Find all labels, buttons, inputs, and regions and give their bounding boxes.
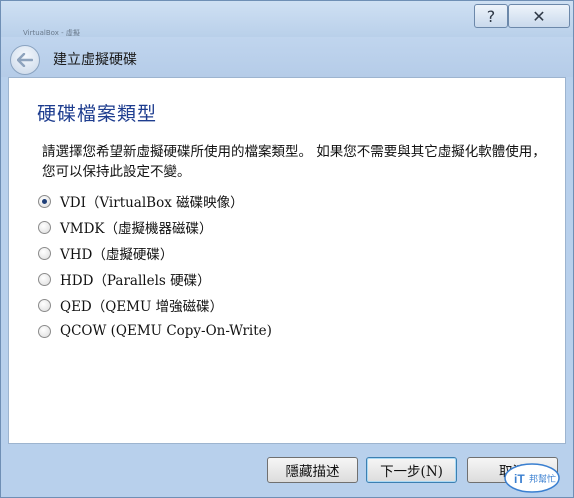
back-button[interactable]: [10, 45, 40, 75]
option-label: VDI（VirtualBox 磁碟映像）: [60, 195, 244, 211]
hide-description-button[interactable]: 隱藏描述: [267, 457, 358, 483]
title-bar: ? ✕ VirtualBox - 虛擬: [1, 1, 573, 37]
file-type-options: VDI（VirtualBox 磁碟映像） VMDK（虛擬機器磁碟） VHD（虛擬…: [38, 188, 272, 344]
help-icon: ?: [486, 6, 496, 26]
radio-hdd[interactable]: [38, 272, 51, 286]
back-arrow-icon: [17, 53, 33, 67]
close-button[interactable]: ✕: [508, 4, 570, 28]
radio-qcow[interactable]: [38, 324, 51, 338]
svg-text:邦幫忙: 邦幫忙: [529, 473, 556, 485]
option-label: VHD（虛擬硬碟）: [60, 247, 174, 263]
option-label: QED（QEMU 增強磁碟）: [60, 299, 224, 315]
radio-vmdk[interactable]: [38, 220, 51, 234]
option-vhd[interactable]: VHD（虛擬硬碟）: [38, 240, 272, 266]
wizard-navbar: 建立虛擬硬碟: [1, 37, 573, 77]
option-label: HDD（Parallels 硬碟）: [60, 273, 211, 289]
help-button[interactable]: ?: [474, 4, 508, 28]
option-qed[interactable]: QED（QEMU 增強磁碟）: [38, 292, 272, 318]
page-title: 硬碟檔案類型: [37, 103, 158, 125]
option-qcow[interactable]: QCOW (QEMU Copy-On-Write): [38, 318, 272, 344]
option-vmdk[interactable]: VMDK（虛擬機器磁碟）: [38, 214, 272, 240]
svg-text:iT: iT: [514, 472, 525, 486]
radio-qed[interactable]: [38, 298, 51, 312]
wizard-page: 硬碟檔案類型 請選擇您希望新虛擬硬碟所使用的檔案類型。 如果您不需要與其它虛擬化…: [8, 77, 566, 444]
watermark-logo: iT 邦幫忙: [504, 463, 560, 493]
close-icon: ✕: [532, 6, 546, 26]
option-label: VMDK（虛擬機器磁碟）: [60, 221, 213, 237]
wizard-title: 建立虛擬硬碟: [53, 52, 137, 68]
page-description: 請選擇您希望新虛擬硬碟所使用的檔案類型。 如果您不需要與其它虛擬化軟體使用，您可…: [42, 144, 546, 180]
radio-vhd[interactable]: [38, 246, 51, 260]
radio-vdi[interactable]: [38, 194, 51, 208]
button-bar: 隱藏描述 下一步(N) 取消: [1, 445, 573, 497]
option-vdi[interactable]: VDI（VirtualBox 磁碟映像）: [38, 188, 272, 214]
option-hdd[interactable]: HDD（Parallels 硬碟）: [38, 266, 272, 292]
next-button[interactable]: 下一步(N): [366, 457, 457, 483]
option-label: QCOW (QEMU Copy-On-Write): [60, 323, 272, 339]
dialog-window: ? ✕ VirtualBox - 虛擬 建立虛擬硬碟 硬碟檔案類型 請選擇您希望…: [0, 0, 574, 498]
